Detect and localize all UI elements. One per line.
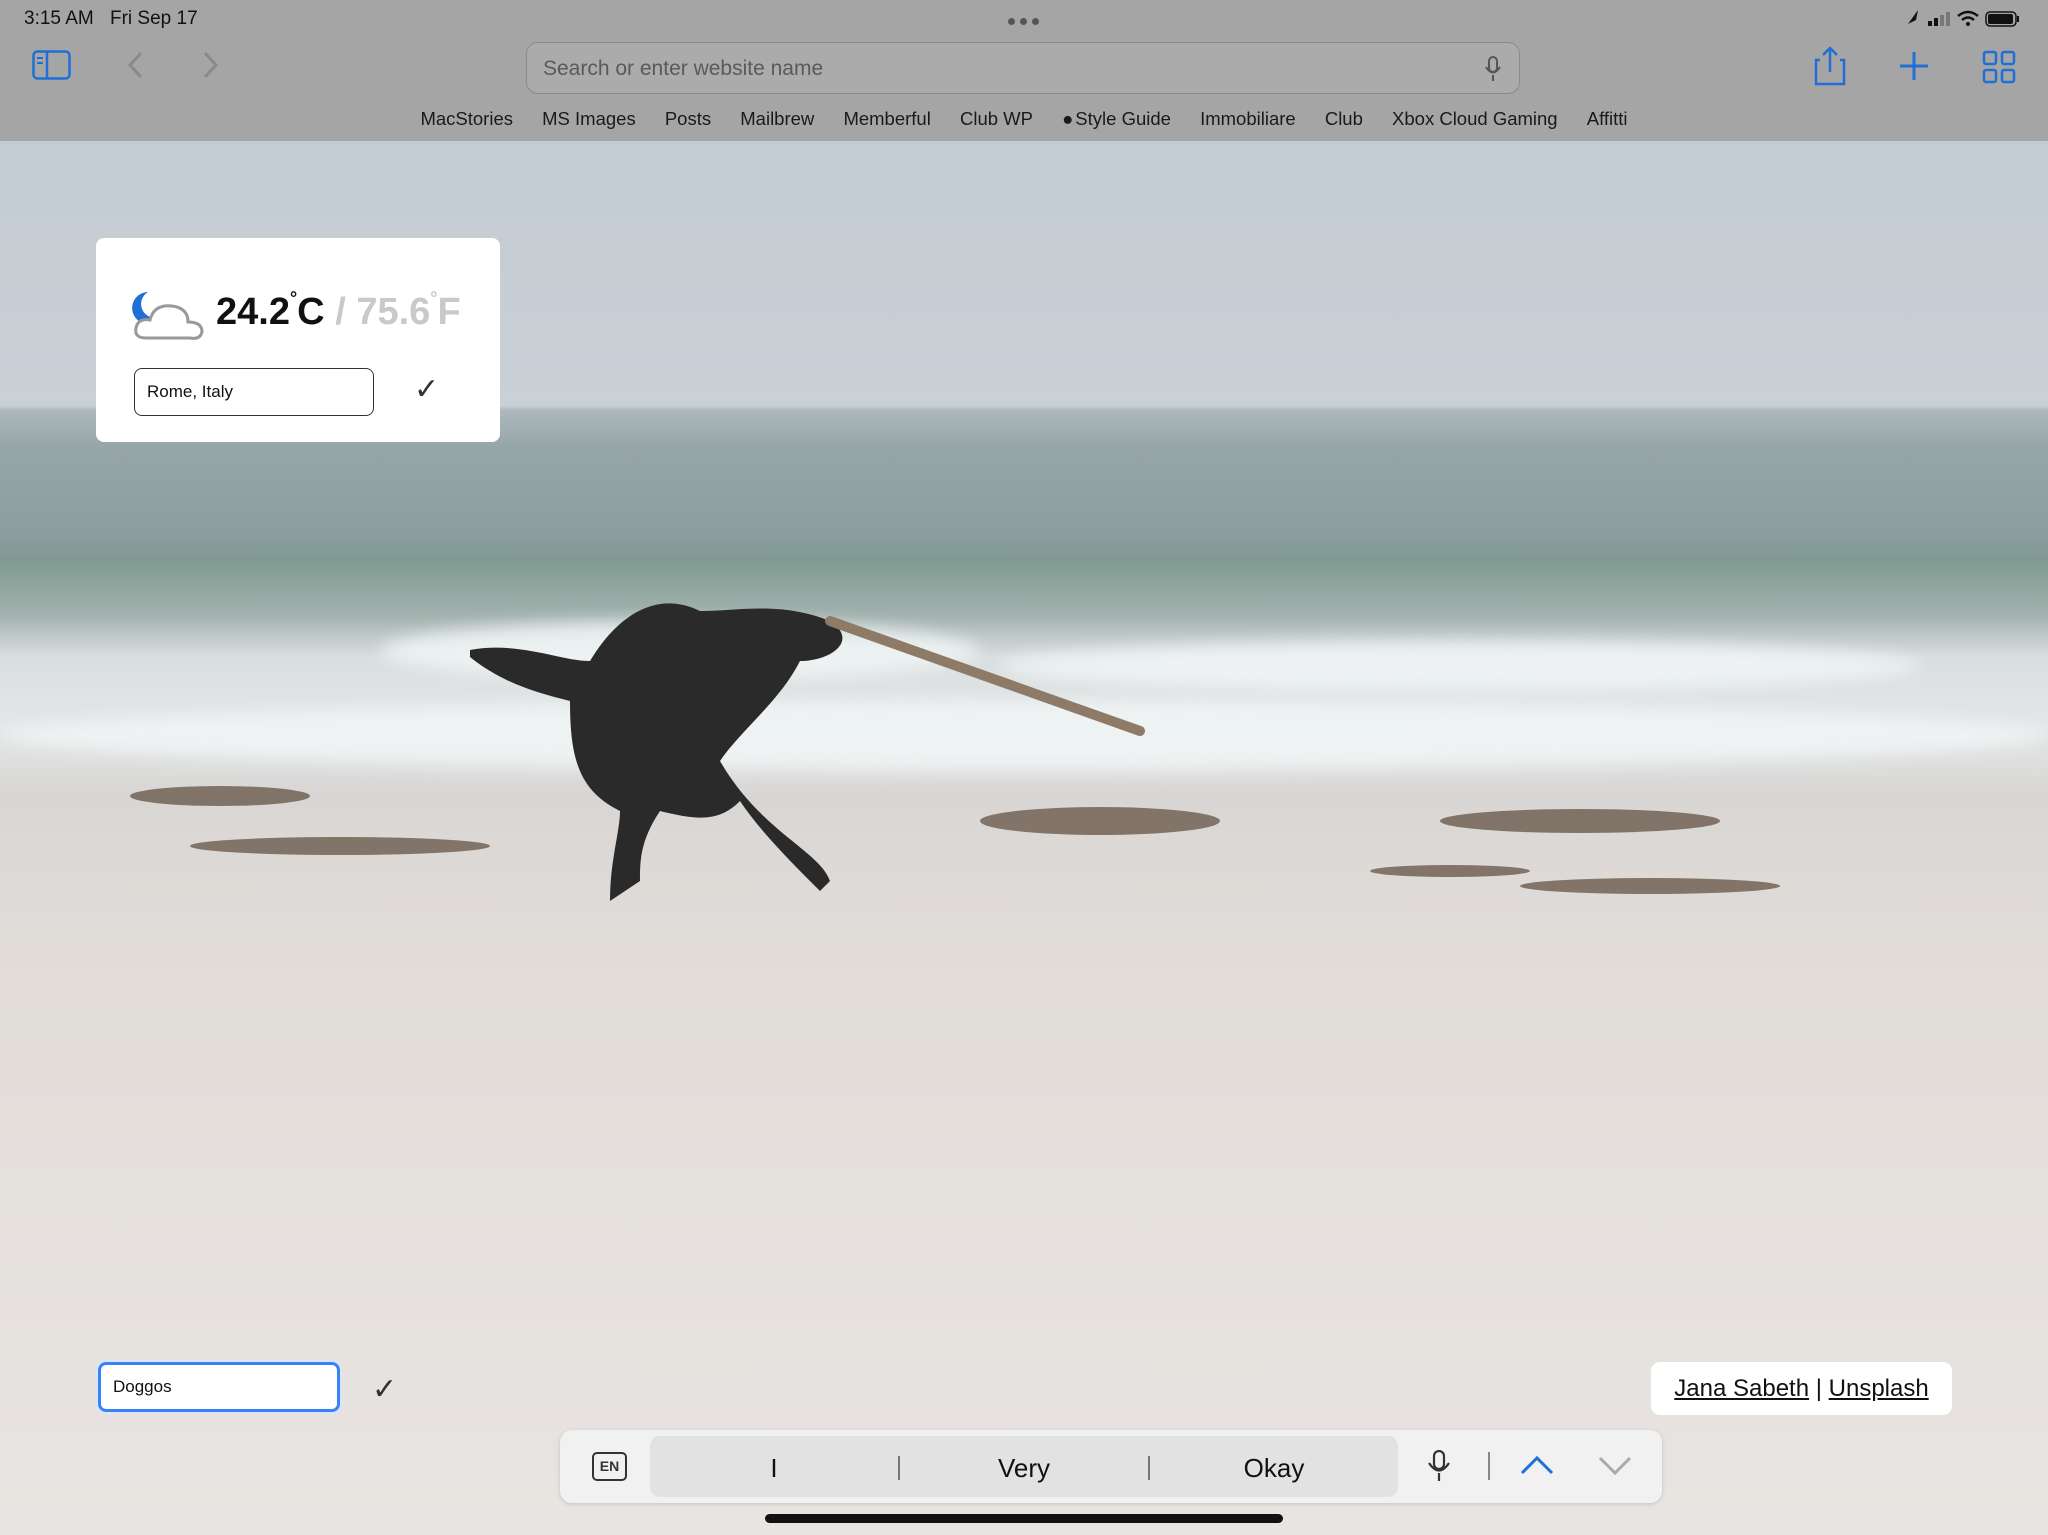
status-time: 3:15 AM [24, 8, 94, 29]
location-field[interactable] [134, 368, 374, 416]
bookmark-item[interactable]: Affitti [1587, 108, 1628, 130]
next-field-icon[interactable] [1598, 1454, 1632, 1481]
suggestion-item[interactable]: I [650, 1453, 898, 1484]
photographer-link[interactable]: Jana Sabeth [1674, 1375, 1809, 1402]
keyboard-shortcut-bar: EN I Very Okay [560, 1430, 1662, 1503]
predictive-suggestions: I Very Okay [650, 1436, 1398, 1497]
microphone-icon[interactable] [1485, 56, 1501, 87]
favorites-bar: MacStories MS Images Posts Mailbrew Memb… [0, 108, 2048, 130]
bookmark-item[interactable]: Posts [665, 108, 711, 130]
share-icon[interactable] [1814, 46, 1846, 91]
weather-widget: 24.2°C / 75.6°F ✓ [96, 238, 500, 442]
multitasking-grabber[interactable] [1008, 12, 1044, 30]
location-input[interactable] [135, 369, 373, 415]
bookmark-item[interactable]: Xbox Cloud Gaming [1392, 108, 1558, 130]
bookmark-item[interactable]: Club WP [960, 108, 1033, 130]
temp-unit-f: F [437, 291, 461, 333]
temp-unit-c: C [297, 291, 325, 333]
temperature: 24.2°C / 75.6°F [216, 288, 461, 334]
address-bar[interactable] [526, 42, 1520, 94]
sidebar-icon[interactable] [32, 50, 72, 85]
suggestion-item[interactable]: Okay [1150, 1453, 1398, 1484]
suggestion-item[interactable]: Very [900, 1453, 1148, 1484]
bookmark-item[interactable]: Club [1325, 108, 1363, 130]
confirm-location-icon[interactable]: ✓ [414, 372, 439, 407]
back-icon[interactable] [126, 50, 146, 85]
home-indicator[interactable] [765, 1514, 1283, 1523]
temp-celsius: 24.2 [216, 291, 290, 333]
cloud-moon-icon [128, 288, 208, 349]
dictation-microphone-icon[interactable] [1428, 1449, 1450, 1487]
bookmark-item-style-guide[interactable]: ● Style Guide [1062, 108, 1171, 130]
bookmark-item[interactable]: Memberful [843, 108, 930, 130]
confirm-topic-icon[interactable]: ✓ [372, 1372, 397, 1407]
apple-logo-icon: ● [1062, 108, 1074, 129]
divider [1488, 1452, 1490, 1480]
forward-icon[interactable] [200, 50, 220, 85]
topic-field[interactable] [98, 1362, 340, 1412]
bookmark-item[interactable]: Immobiliare [1200, 108, 1296, 130]
tabs-grid-icon[interactable] [1982, 50, 2016, 89]
plus-icon[interactable] [1898, 50, 1930, 87]
source-link[interactable]: Unsplash [1829, 1375, 1929, 1402]
browser-chrome: 3:15 AM Fri Sep 17 MacStories MS Images [0, 0, 2048, 141]
topic-input[interactable] [101, 1365, 337, 1409]
credit-separator: | [1815, 1375, 1822, 1402]
status-indicators [1904, 8, 2024, 35]
bookmark-item[interactable]: MacStories [420, 108, 513, 130]
photo-credit: Jana Sabeth | Unsplash [1651, 1362, 1952, 1415]
language-switch-button[interactable]: EN [592, 1452, 627, 1481]
bookmark-item[interactable]: Mailbrew [740, 108, 814, 130]
temp-fahrenheit: 75.6 [356, 291, 431, 333]
search-input[interactable] [541, 53, 1445, 85]
previous-field-icon[interactable] [1520, 1454, 1554, 1481]
temp-separator: / [335, 291, 346, 333]
status-date: Fri Sep 17 [110, 8, 198, 29]
bookmark-item[interactable]: MS Images [542, 108, 636, 130]
